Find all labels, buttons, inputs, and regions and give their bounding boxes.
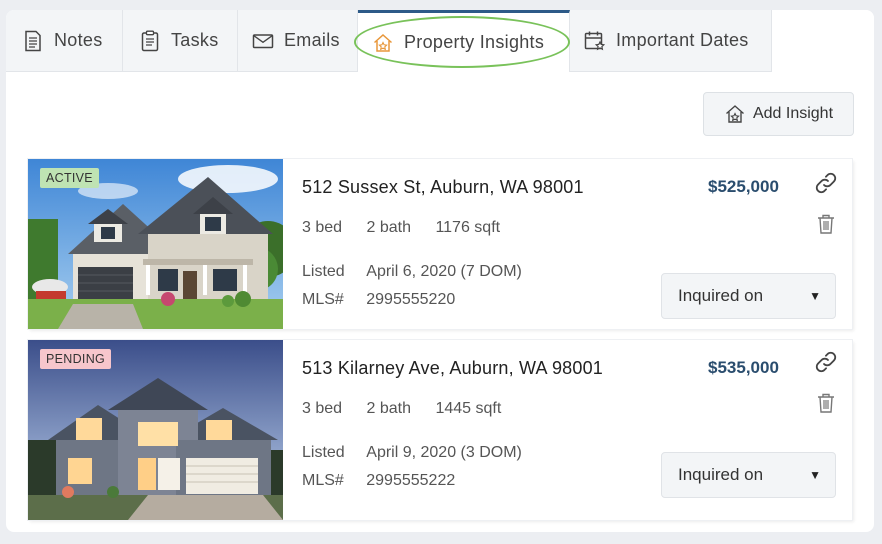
status-badge: ACTIVE	[40, 168, 99, 188]
notes-icon	[22, 30, 44, 52]
mls-info: MLS# 2995555220	[302, 291, 455, 309]
mls-label: MLS#	[302, 472, 344, 489]
baths: 2 bath	[366, 219, 411, 236]
house-star-icon	[724, 103, 746, 125]
tab-notes[interactable]: Notes	[6, 10, 123, 72]
property-address[interactable]: 512 Sussex St, Auburn, WA 98001	[302, 177, 584, 198]
baths: 2 bath	[366, 400, 411, 417]
tab-label: Tasks	[171, 30, 219, 50]
property-card: ACTIVE 512 Sussex St, Auburn, WA 98001 $…	[28, 159, 852, 329]
trash-icon[interactable]	[816, 213, 836, 235]
tab-label: Important Dates	[616, 30, 749, 50]
tab-label: Notes	[54, 30, 103, 50]
property-photo[interactable]: PENDING	[28, 340, 283, 520]
link-icon[interactable]	[814, 350, 838, 374]
inquiry-type-select[interactable]: Inquired on ▼	[661, 273, 836, 319]
listed-value: April 6, 2020 (7 DOM)	[366, 263, 522, 280]
dropdown-caret-icon: ▼	[809, 468, 821, 482]
house-star-icon	[372, 32, 394, 54]
add-insight-label: Add Insight	[752, 105, 834, 122]
property-photo[interactable]: ACTIVE	[28, 159, 283, 329]
property-price: $535,000	[708, 358, 779, 377]
mls-info: MLS# 2995555222	[302, 472, 455, 490]
beds: 3 bed	[302, 400, 343, 417]
select-value: Inquired on	[678, 286, 764, 305]
tab-label: Property Insights	[404, 32, 545, 52]
mls-value: 2995555222	[366, 472, 456, 489]
dropdown-caret-icon: ▼	[809, 289, 821, 303]
property-price: $525,000	[708, 177, 779, 196]
sqft: 1176 sqft	[435, 219, 501, 236]
tab-important-dates[interactable]: Important Dates	[570, 10, 772, 72]
tab-bar: Notes Tasks Emails Property Insights Imp…	[6, 10, 874, 72]
calendar-star-icon	[584, 30, 606, 52]
add-insight-button[interactable]: Add Insight	[703, 92, 854, 136]
sqft: 1445 sqft	[435, 400, 502, 417]
link-icon[interactable]	[814, 171, 838, 195]
property-specs: 3 bed 2 bath 1445 sqft	[302, 400, 521, 418]
listed-value: April 9, 2020 (3 DOM)	[366, 444, 522, 461]
tab-emails[interactable]: Emails	[238, 10, 358, 72]
status-badge: PENDING	[40, 349, 112, 369]
tab-bar-spacer	[772, 10, 874, 72]
email-icon	[252, 30, 274, 52]
mls-label: MLS#	[302, 291, 344, 308]
property-specs: 3 bed 2 bath 1176 sqft	[302, 219, 520, 237]
property-card: PENDING 513 Kilarney Ave, Auburn, WA 980…	[28, 340, 852, 520]
mls-value: 2995555220	[366, 291, 456, 308]
contact-detail-panel: Notes Tasks Emails Property Insights Imp…	[6, 10, 874, 532]
tab-tasks[interactable]: Tasks	[123, 10, 238, 72]
tab-property-insights[interactable]: Property Insights	[358, 10, 570, 72]
listed-label: Listed	[302, 263, 345, 280]
listed-label: Listed	[302, 444, 345, 461]
listed-info: Listed April 6, 2020 (7 DOM)	[302, 263, 522, 281]
trash-icon[interactable]	[816, 392, 836, 414]
property-address[interactable]: 513 Kilarney Ave, Auburn, WA 98001	[302, 358, 603, 379]
tasks-icon	[139, 30, 161, 52]
select-value: Inquired on	[678, 465, 764, 484]
beds: 3 bed	[302, 219, 343, 236]
tab-label: Emails	[284, 30, 340, 50]
inquiry-type-select[interactable]: Inquired on ▼	[661, 452, 836, 498]
listed-info: Listed April 9, 2020 (3 DOM)	[302, 444, 522, 462]
